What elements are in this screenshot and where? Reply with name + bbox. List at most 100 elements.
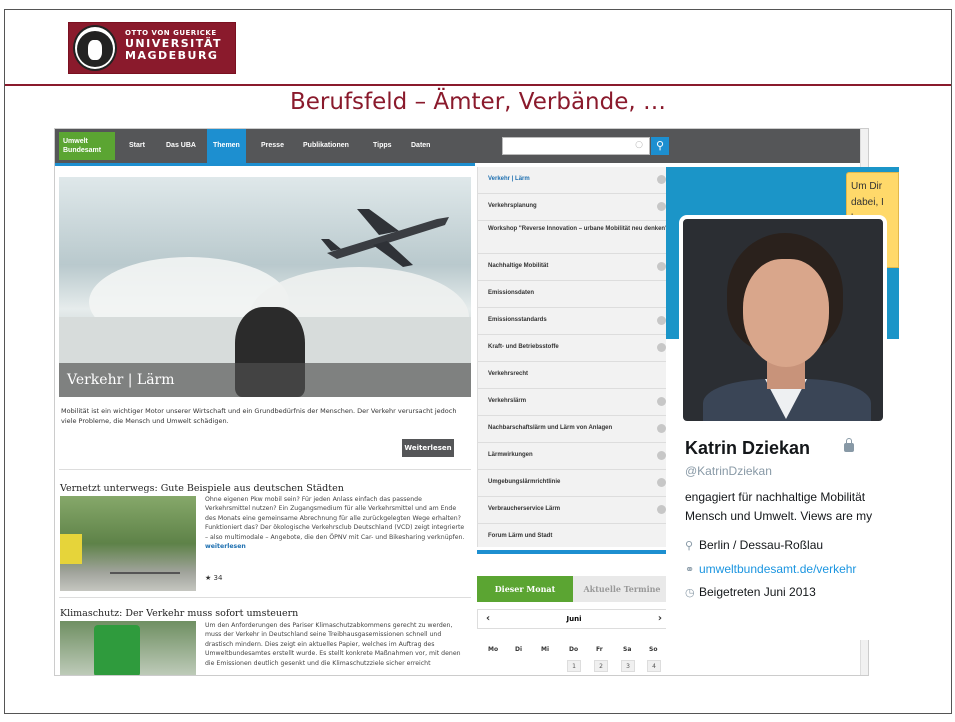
tab-dieser-monat[interactable]: Dieser Monat [477, 576, 573, 602]
sidebar-item-nachhaltige-mobilitaet[interactable]: Nachhaltige Mobilität [478, 254, 672, 281]
profile-bio: engagiert für nachhaltige Mobilität Mens… [685, 488, 899, 526]
divider [59, 597, 471, 598]
profile-url[interactable]: ⚭ umweltbundesamt.de/verkehr [685, 562, 856, 576]
chevron-icon [657, 343, 666, 352]
chevron-icon [657, 424, 666, 433]
sidebar-item-label: Emissionsdaten [488, 290, 535, 296]
chevron-icon [657, 202, 666, 211]
sidebar-item-label: Verkehrsplanung [488, 203, 537, 209]
profile-location: ⚲ Berlin / Dessau-Roßlau [685, 538, 823, 552]
nav-themen[interactable]: Themen [207, 129, 246, 163]
uba-logo-line1: Umwelt [63, 138, 88, 145]
notice-line: Um Dir [851, 181, 883, 192]
site-navbar: Umwelt Bundesamt Start Das UBA Themen Pr… [55, 129, 868, 163]
avatar[interactable] [679, 215, 887, 425]
sidebar-item-verbraucherservice[interactable]: Verbraucherservice Lärm [478, 497, 672, 524]
nav-presse[interactable]: Presse [261, 129, 284, 163]
article-more-link[interactable]: weiterlesen [205, 543, 246, 550]
joined-text: Beigetreten Juni 2013 [699, 585, 816, 599]
calendar-weekday: Mi [541, 646, 550, 653]
chevron-icon [657, 451, 666, 460]
sidebar-item-label: Nachhaltige Mobilität [488, 263, 549, 269]
sidebar-item-label: Nachbarschaftslärm und Lärm von Anlagen [488, 425, 613, 431]
hero-caption: Verkehr | Lärm [59, 363, 471, 397]
hero-image[interactable]: Verkehr | Lärm [59, 177, 471, 397]
chevron-icon [657, 175, 666, 184]
logo-text-small: OTTO VON GUERICKE [125, 29, 217, 37]
article-rating[interactable]: ★ 34 [205, 574, 222, 582]
circle-icon[interactable]: ○ [635, 140, 643, 150]
calendar-day[interactable]: 3 [621, 660, 635, 672]
article-body-text: Um den Anforderungen des Pariser Klimasc… [205, 622, 461, 667]
sidebar-item-kraftstoffe[interactable]: Kraft- und Betriebsstoffe [478, 335, 672, 362]
sidebar-item-umgebungslaermrichtlinie[interactable]: Umgebungslärmrichtlinie [478, 470, 672, 497]
calendar-weekday: Sa [623, 646, 632, 653]
sidebar-item-verkehrsrecht[interactable]: Verkehrsrecht [478, 362, 672, 389]
uba-logo-line2: Bundesamt [63, 147, 102, 154]
profile-name[interactable]: Katrin Dziekan [685, 438, 810, 459]
sidebar-item-verkehr-laerm[interactable]: Verkehr | Lärm [478, 167, 672, 194]
calendar-weekday: So [649, 646, 658, 653]
nav-das-uba[interactable]: Das UBA [166, 129, 196, 163]
article-title[interactable]: Vernetzt unterwegs: Gute Beispiele aus d… [60, 483, 344, 494]
notice-line: dabei, I [851, 197, 884, 208]
topic-sidebar: Verkehr | Lärm Verkehrsplanung Workshop … [477, 167, 672, 551]
sidebar-item-verkehrslaerm[interactable]: Verkehrslärm [478, 389, 672, 416]
sidebar-item-label: Verkehrslärm [488, 398, 527, 404]
slide-title: Berufsfeld – Ämter, Verbände, … [290, 89, 666, 115]
chevron-icon [657, 262, 666, 271]
nav-tipps[interactable]: Tipps [373, 129, 392, 163]
calendar-weekday: Mo [488, 646, 499, 653]
sidebar-item-emissionsstandards[interactable]: Emissionsstandards [478, 308, 672, 335]
weiterlesen-button[interactable]: Weiterlesen [402, 439, 454, 457]
article-thumbnail[interactable] [60, 621, 196, 675]
sidebar-item-workshop[interactable]: Workshop "Reverse Innovation – urbane Mo… [478, 221, 672, 254]
search-icon[interactable]: ⚲ [651, 137, 669, 155]
profile-handle[interactable]: @KatrinDziekan [685, 464, 772, 478]
logo-text-big: UNIVERSITÄT MAGDEBURG [125, 38, 222, 62]
calendar-month: Juni [566, 615, 582, 623]
search-input[interactable]: ○ [502, 137, 650, 155]
sidebar-item-verkehrsplanung[interactable]: Verkehrsplanung [478, 194, 672, 221]
chevron-icon [657, 478, 666, 487]
link-icon: ⚭ [685, 564, 695, 576]
sidebar-item-nachbarschaftslaerm[interactable]: Nachbarschaftslärm und Lärm von Anlagen [478, 416, 672, 443]
sidebar-item-label: Lärmwirkungen [488, 452, 533, 458]
sidebar-item-label: Emissionsstandards [488, 317, 547, 323]
url-text[interactable]: umweltbundesamt.de/verkehr [699, 562, 856, 576]
sidebar-item-label: Verkehrsrecht [488, 371, 529, 377]
guericke-portrait-icon [73, 25, 117, 71]
calendar-tabs: Dieser Monat Aktuelle Termine [477, 576, 671, 602]
divider [59, 469, 471, 470]
sidebar-item-laermwirkungen[interactable]: Lärmwirkungen [478, 443, 672, 470]
tab-aktuelle-termine[interactable]: Aktuelle Termine [573, 576, 671, 602]
article-title[interactable]: Klimaschutz: Der Verkehr muss sofort ums… [60, 608, 298, 619]
calendar-weekday: Do [569, 646, 579, 653]
profile-joined: ◷ Beigetreten Juni 2013 [685, 585, 816, 599]
nav-start[interactable]: Start [129, 129, 145, 163]
nav-publikationen[interactable]: Publikationen [303, 129, 349, 163]
sidebar-item-label: Kraft- und Betriebsstoffe [488, 344, 559, 350]
article-body: Ohne eigenen Pkw mobil sein? Für jeden A… [205, 495, 467, 551]
chevron-right-icon[interactable]: › [658, 613, 662, 624]
sidebar-item-emissionsdaten[interactable]: Emissionsdaten [478, 281, 672, 308]
calendar-day[interactable]: 4 [647, 660, 661, 672]
calendar-weekday: Fr [596, 646, 603, 653]
calendar-day[interactable]: 2 [594, 660, 608, 672]
chevron-icon [657, 505, 666, 514]
uba-logo[interactable]: Umwelt Bundesamt [59, 132, 115, 160]
nav-daten[interactable]: Daten [411, 129, 430, 163]
slide-header: OTTO VON GUERICKE UNIVERSITÄT MAGDEBURG [5, 10, 951, 86]
hero-text: Mobilität ist ein wichtiger Motor unsere… [61, 407, 457, 425]
nav-accent-strip [55, 163, 475, 166]
article-thumbnail[interactable] [60, 496, 196, 591]
airplane-icon [321, 209, 449, 267]
bio-line: engagiert für nachhaltige Mobilität [685, 490, 866, 504]
calendar-icon: ◷ [685, 587, 695, 599]
calendar-day[interactable]: 1 [567, 660, 581, 672]
sidebar-item-forum[interactable]: Forum Lärm und Stadt [478, 524, 672, 551]
sidebar-item-label: Verkehr | Lärm [488, 176, 530, 182]
sidebar-item-label: Workshop "Reverse Innovation – urbane Mo… [488, 226, 668, 232]
logo-line-magdeburg: MAGDEBURG [125, 49, 219, 62]
location-text: Berlin / Dessau-Roßlau [699, 538, 824, 552]
